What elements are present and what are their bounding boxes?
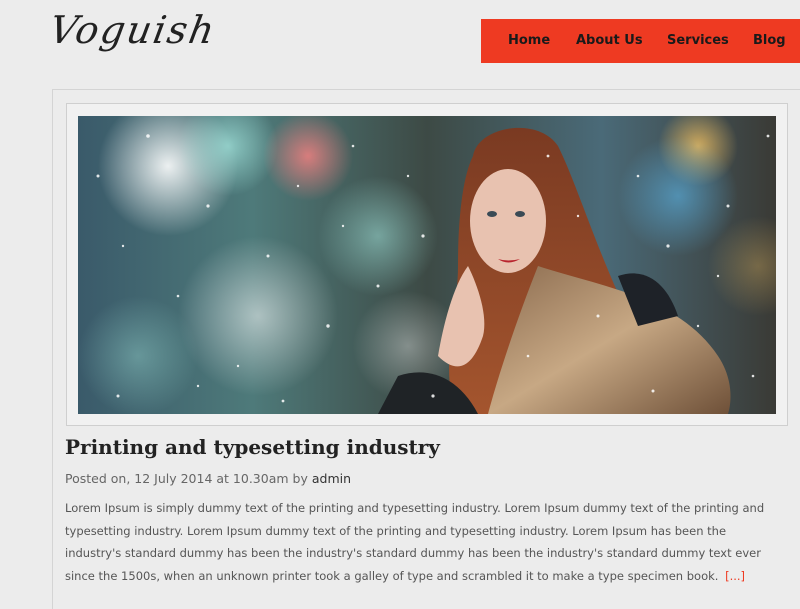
post-meta-text: Posted on, 12 July 2014 at 10.30am by bbox=[65, 471, 308, 486]
nav-blog[interactable]: Blog bbox=[753, 33, 786, 48]
post-image[interactable] bbox=[78, 116, 776, 414]
post-excerpt: Lorem Ipsum is simply dummy text of the … bbox=[65, 497, 785, 587]
nav-about-us[interactable]: About Us bbox=[576, 33, 643, 48]
woman-in-snow-photo bbox=[78, 116, 776, 414]
site-logo[interactable]: Voguish bbox=[46, 8, 220, 52]
nav-services[interactable]: Services bbox=[667, 33, 729, 48]
main-nav: Home About Us Services Blog bbox=[481, 19, 800, 63]
post-excerpt-text: Lorem Ipsum is simply dummy text of the … bbox=[65, 501, 765, 583]
read-more-link[interactable]: [...] bbox=[725, 569, 745, 583]
nav-home[interactable]: Home bbox=[508, 33, 550, 48]
post-author-link[interactable]: admin bbox=[312, 471, 351, 486]
post-meta: Posted on, 12 July 2014 at 10.30am by ad… bbox=[65, 471, 351, 486]
post-title[interactable]: Printing and typesetting industry bbox=[65, 435, 440, 459]
